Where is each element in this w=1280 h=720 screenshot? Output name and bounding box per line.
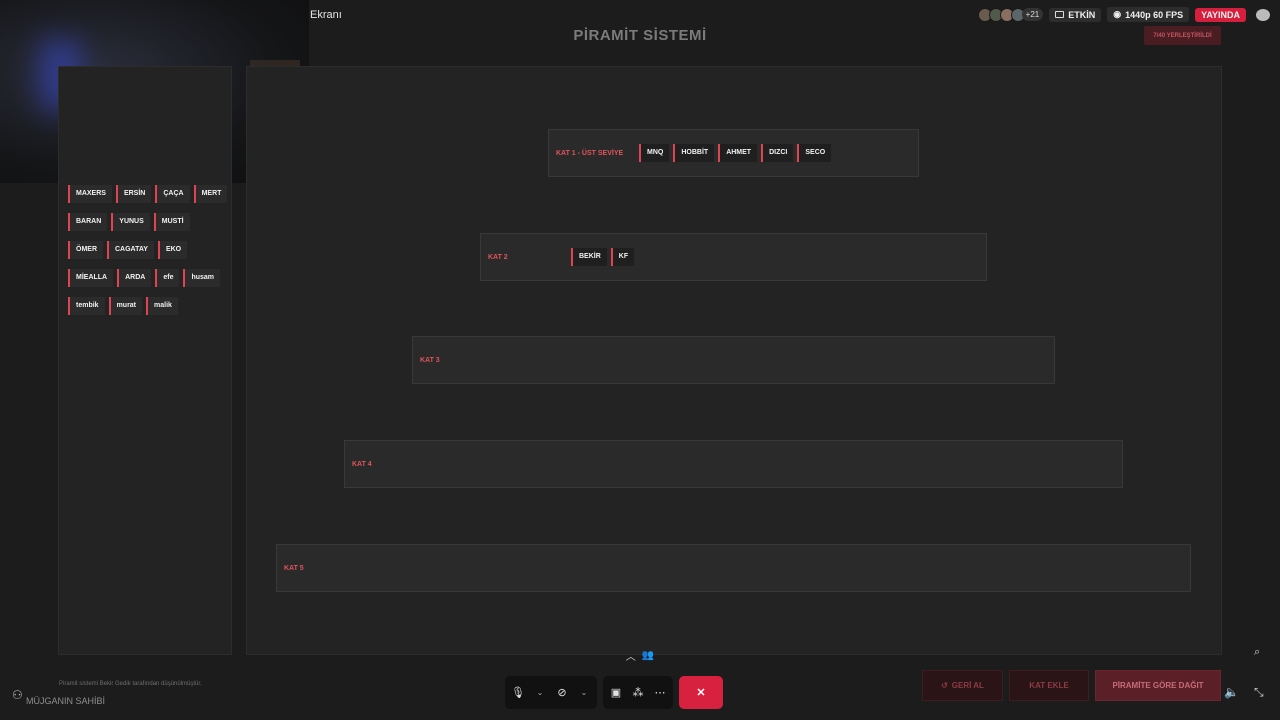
chevron-down-icon: ⌄ — [536, 688, 544, 697]
tier-chip[interactable]: AHMET — [718, 144, 758, 162]
pool-chip[interactable]: tembik — [68, 297, 105, 315]
chevron-down-icon: ⌄ — [580, 688, 588, 697]
stop-share-icon: ✕ — [696, 687, 706, 699]
credit-text: Piramit sistemi Bekir Gedik tarafından d… — [59, 681, 202, 687]
pool-chip[interactable]: MERT — [193, 185, 228, 203]
camera-button[interactable]: ⊘ — [555, 686, 569, 699]
tier-3[interactable]: KAT 3 — [412, 336, 1055, 384]
stage: Ekranı +21 ETKİN ◉ 1440p 60 FPS YAYINDA … — [0, 0, 1280, 720]
distribute-button[interactable]: PİRAMİTE GÖRE DAĞIT — [1095, 670, 1221, 701]
camera-options-button[interactable]: ⌄ — [577, 688, 591, 697]
undo-label: GERİ AL — [951, 681, 984, 690]
mic-button[interactable]: 🎙 — [511, 686, 525, 699]
tier-slots: BEKİR KF — [571, 248, 635, 266]
pool-chip[interactable]: MUSTİ — [153, 213, 190, 231]
pool-chip[interactable]: ERSİN — [115, 185, 152, 203]
tier-chip[interactable]: HOBBİT — [673, 144, 715, 162]
tier-chip[interactable]: MNQ — [639, 144, 670, 162]
undo-icon: ↺ — [941, 681, 948, 690]
stop-sharing-button[interactable]: ✕ — [679, 676, 723, 709]
chevron-up-icon: ︿ — [625, 651, 636, 663]
camera-off-icon: ⊘ — [557, 687, 567, 699]
mic-options-button[interactable]: ⌄ — [533, 688, 547, 697]
pool-chip[interactable]: ARDA — [117, 269, 152, 287]
exit-fullscreen-icon[interactable]: ⤡ — [1254, 685, 1264, 700]
page-title: PİRAMİT SİSTEMİ — [573, 27, 707, 44]
add-tier-button[interactable]: KAT EKLE — [1009, 670, 1089, 701]
tier-label: KAT 4 — [352, 460, 372, 468]
pool-chip[interactable]: husam — [183, 269, 221, 287]
tier-chip[interactable]: SECO — [797, 144, 832, 162]
tier-label: KAT 1 - ÜST SEVİYE — [556, 149, 624, 157]
top-status-bar: +21 ETKİN ◉ 1440p 60 FPS YAYINDA — [977, 7, 1270, 22]
screen-share-button[interactable]: ▣ — [609, 686, 623, 699]
more-icon: ⋯ — [654, 687, 666, 699]
tier-slots: MNQ HOBBİT AHMET DIZCI SECO — [639, 144, 832, 162]
tier-1[interactable]: KAT 1 - ÜST SEVİYE MNQ HOBBİT AHMET DIZC… — [548, 129, 919, 177]
tier-chip[interactable]: BEKİR — [571, 248, 607, 266]
pool-chip[interactable]: MİEALLA — [68, 269, 114, 287]
tier-chip[interactable]: KF — [610, 248, 635, 266]
name-pool-panel — [58, 66, 232, 655]
viewer-avatars[interactable]: +21 — [977, 7, 1044, 22]
quality-label: 1440p 60 FPS — [1125, 9, 1184, 20]
more-button[interactable]: ⋯ — [653, 686, 667, 699]
quality-badge: ◉ 1440p 60 FPS — [1107, 7, 1190, 22]
pool-chip[interactable]: YUNUS — [111, 213, 150, 231]
tier-label: KAT 3 — [420, 356, 440, 364]
activities-button[interactable]: ⁂ — [631, 686, 645, 699]
pool-chip[interactable]: EKO — [157, 241, 188, 259]
add-user-icon[interactable]: ⚇ — [12, 688, 23, 702]
people-icon: 👥 — [641, 649, 655, 661]
mic-icon: 🎙 — [511, 687, 525, 699]
undo-button[interactable]: ↺ GERİ AL — [922, 670, 1003, 701]
activity-badge[interactable]: ETKİN — [1049, 7, 1102, 22]
chat-icon[interactable] — [1256, 8, 1270, 21]
tier-4[interactable]: KAT 4 — [344, 440, 1123, 488]
pool-chip[interactable]: CAGATAY — [107, 241, 154, 259]
live-badge: YAYINDA — [1195, 7, 1246, 22]
zoom-icon[interactable]: ⌕ — [1254, 646, 1260, 659]
pool-chip[interactable]: murat — [108, 297, 143, 315]
call-toolbar: 🎙 ⌄ ⊘ ⌄ ▣ ⁂ ⋯ ✕ — [505, 676, 723, 709]
tier-chip[interactable]: DIZCI — [761, 144, 794, 162]
placed-counter: 7/40 YERLEŞTİRİLDİ — [1144, 26, 1221, 45]
tier-label: KAT 5 — [284, 564, 304, 572]
owner-label: MÜJGANIN SAHİBİ — [26, 696, 106, 706]
share-title: Ekranı — [310, 9, 342, 21]
tier-label: KAT 2 — [488, 253, 508, 261]
share-group: ▣ ⁂ ⋯ — [603, 676, 673, 709]
participants-extra-count: +21 — [1021, 8, 1044, 21]
screen-share-icon: ▣ — [610, 687, 622, 699]
pool-chip[interactable]: MAXERS — [68, 185, 112, 203]
collapse-button[interactable]: ︿ 👥 — [620, 646, 660, 664]
pool-chip[interactable]: ÖMER — [68, 241, 103, 259]
tier-5[interactable]: KAT 5 — [276, 544, 1191, 592]
screen-icon — [1055, 11, 1065, 18]
pool-chip[interactable]: efe — [155, 269, 180, 287]
pool-chip[interactable]: BARAN — [68, 213, 108, 231]
activity-label: ETKİN — [1068, 9, 1096, 20]
volume-icon[interactable]: 🔈 — [1224, 685, 1239, 699]
pool-chip[interactable]: malik — [146, 297, 178, 315]
activities-icon: ⁂ — [632, 687, 644, 699]
eye-icon: ◉ — [1113, 9, 1122, 19]
name-pool: MAXERS ERSİN ÇAÇA MERT BARAN YUNUS MUSTİ… — [68, 185, 228, 315]
pool-chip[interactable]: ÇAÇA — [155, 185, 190, 203]
tier-2[interactable]: KAT 2 BEKİR KF — [480, 233, 987, 281]
mic-camera-group: 🎙 ⌄ ⊘ ⌄ — [505, 676, 597, 709]
